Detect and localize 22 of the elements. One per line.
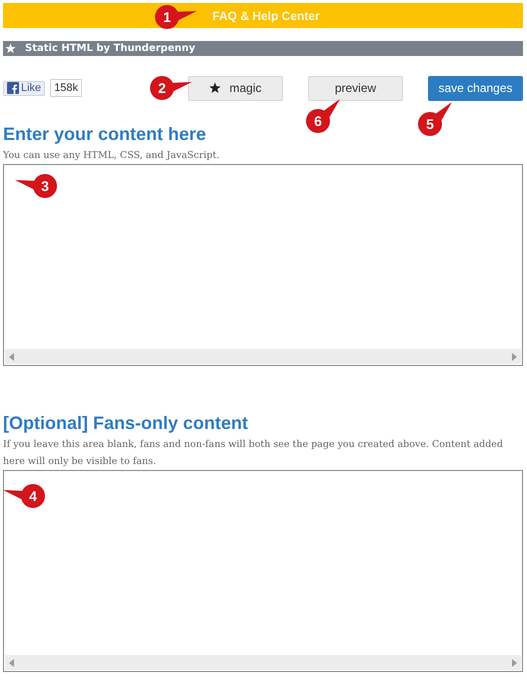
scroll-right-icon[interactable] [512, 352, 517, 360]
horizontal-scrollbar[interactable] [5, 349, 521, 364]
code-editor-field[interactable] [3, 164, 523, 366]
banner-title: FAQ & Help Center [211, 8, 320, 22]
preview-button[interactable]: preview [308, 76, 403, 100]
like-button[interactable]: Like [3, 80, 46, 96]
section-heading: [Optional] Fans-only content [3, 412, 248, 434]
star-icon [5, 43, 16, 54]
scroll-right-icon[interactable] [512, 658, 517, 666]
section-heading: Enter your content here [3, 123, 206, 145]
facebook-logo-icon [7, 82, 19, 94]
magic-button[interactable]: magic [188, 76, 283, 100]
horizontal-scrollbar[interactable] [5, 655, 521, 670]
app-title: Static HTML by Thunderpenny [25, 43, 196, 54]
code-editor-field[interactable] [3, 470, 523, 672]
section-description: If you leave this area blank, fans and non-fans will both see the page you created above. Content added here will only be visible to fans. [3, 438, 504, 469]
star-icon [209, 82, 222, 94]
scroll-left-icon[interactable] [9, 352, 14, 360]
section-description: You can use any HTML, CSS, and JavaScript. [3, 149, 220, 163]
save-button[interactable]: save changes [428, 76, 523, 100]
scroll-left-icon[interactable] [9, 658, 14, 666]
like-count: 158k [50, 79, 82, 97]
